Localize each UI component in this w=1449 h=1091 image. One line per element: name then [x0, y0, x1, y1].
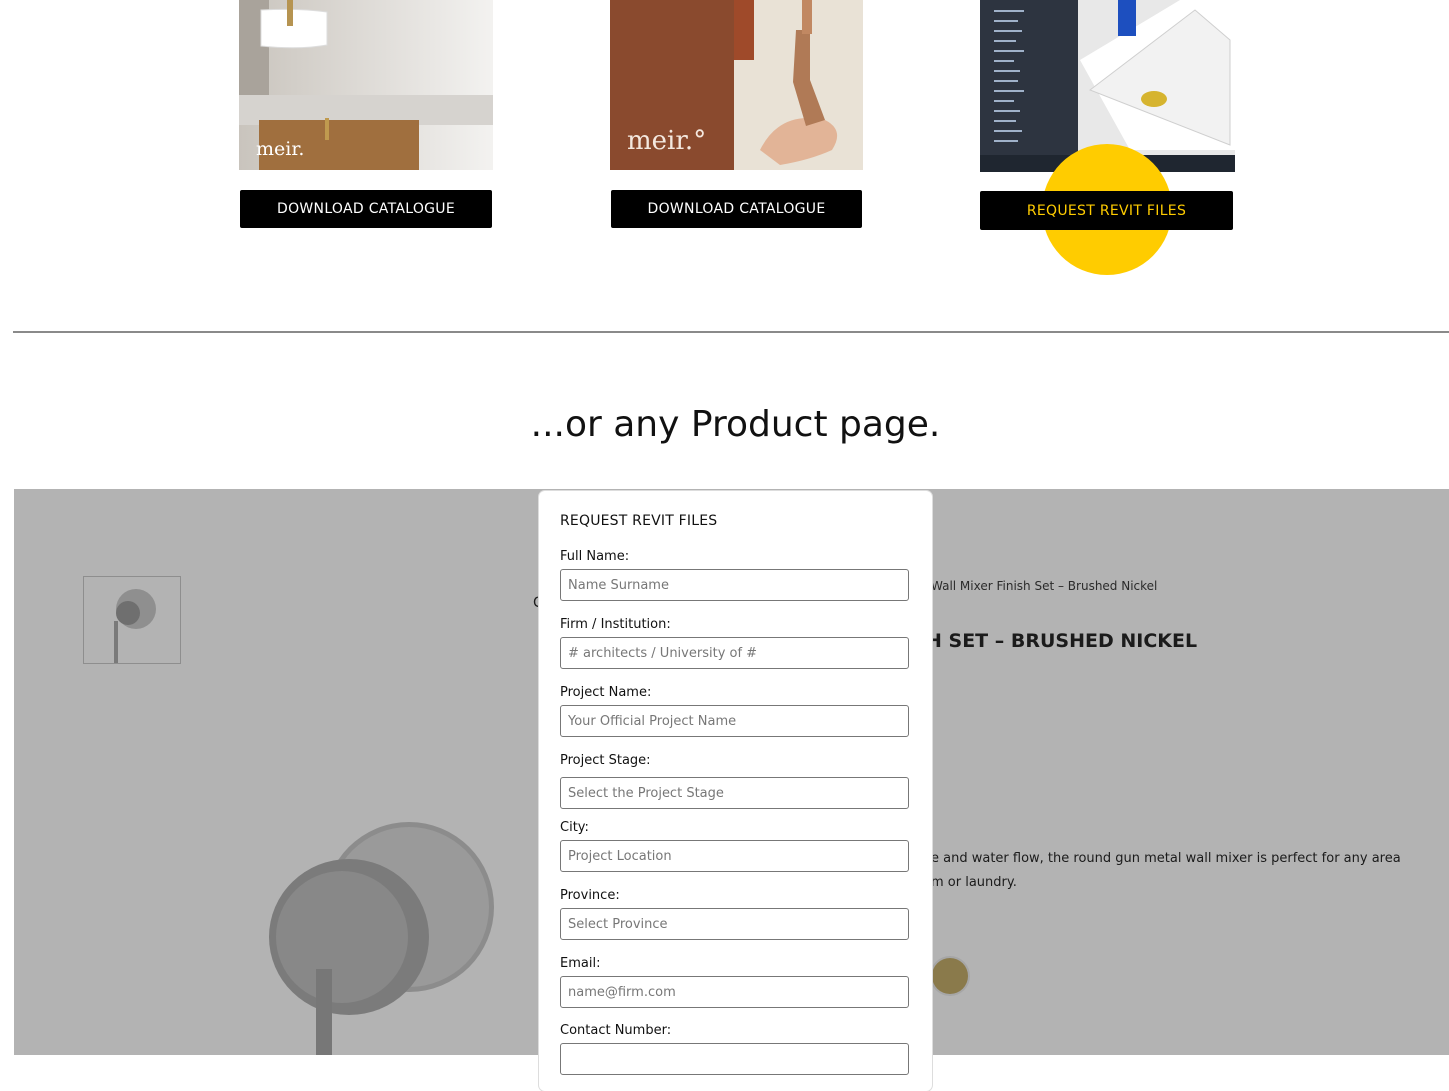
contact-number-input[interactable] — [560, 1043, 909, 1075]
email-label: Email: — [560, 956, 601, 971]
firm-label: Firm / Institution: — [560, 617, 671, 632]
email-input[interactable]: name@firm.com — [560, 976, 909, 1008]
city-input[interactable]: Project Location — [560, 840, 909, 872]
full-name-label: Full Name: — [560, 549, 630, 564]
breadcrumb: Wall Mixer Finish Set – Brushed Nickel — [931, 579, 1158, 593]
project-name-label: Project Name: — [560, 685, 652, 700]
section-heading: ...or any Product page. — [530, 404, 941, 445]
section-divider — [13, 331, 1449, 333]
project-name-input[interactable]: Your Official Project Name — [560, 705, 909, 737]
product-description-line-1: e and water flow, the round gun metal wa… — [931, 851, 1401, 866]
request-revit-files-modal: REQUEST REVIT FILES Full Name: Name Surn… — [539, 491, 932, 1091]
firm-input[interactable]: # architects / University of # — [560, 637, 909, 669]
modal-title: REQUEST REVIT FILES — [560, 513, 718, 529]
brand-logo-2: meir.° — [627, 126, 707, 156]
catalogue-image-2: meir.° — [610, 0, 863, 170]
product-title: H SET – BRUSHED NICKEL — [926, 630, 1198, 652]
download-catalogue-button-1[interactable]: DOWNLOAD CATALOGUE — [240, 190, 492, 228]
brand-logo-1: meir. — [256, 138, 305, 160]
request-revit-files-button[interactable]: REQUEST REVIT FILES — [980, 191, 1233, 230]
product-image — [269, 822, 494, 1055]
contact-number-label: Contact Number: — [560, 1023, 672, 1038]
product-thumbnail[interactable] — [83, 576, 181, 664]
request-revit-files-label: REQUEST REVIT FILES — [1026, 202, 1187, 219]
download-catalogue-button-2[interactable]: DOWNLOAD CATALOGUE — [611, 190, 862, 228]
city-label: City: — [560, 820, 589, 835]
project-stage-select[interactable]: Select the Project Stage — [560, 777, 909, 809]
finish-swatch[interactable] — [932, 958, 968, 994]
province-label: Province: — [560, 888, 620, 903]
full-name-input[interactable]: Name Surname — [560, 569, 909, 601]
province-select[interactable]: Select Province — [560, 908, 909, 940]
project-stage-label: Project Stage: — [560, 753, 651, 768]
catalogue-image-1: meir. — [239, 0, 493, 170]
product-description-line-2: m or laundry. — [931, 875, 1017, 890]
